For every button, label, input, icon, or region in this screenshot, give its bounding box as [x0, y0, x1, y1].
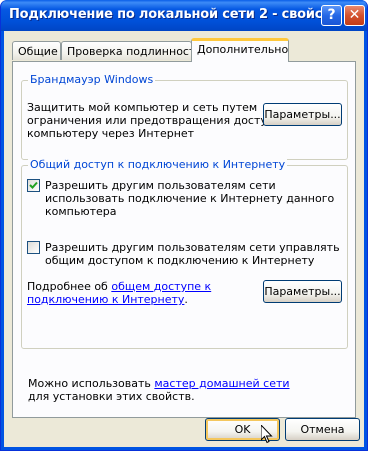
tab-advanced[interactable]: Дополнительно	[191, 38, 289, 62]
network-setup-wizard-link[interactable]: мастер домашней сети	[154, 377, 289, 390]
firewall-settings-button[interactable]: Параметры...	[263, 103, 342, 126]
allow-share-checkbox[interactable]	[27, 179, 40, 192]
network-wizard-line2: для установки этих свойств.	[28, 390, 195, 403]
allow-control-label-line2[interactable]: общим доступом к подключению к Интернету	[45, 254, 314, 267]
title-bar[interactable]: Подключение по локальной сети 2 - свойс.…	[1, 0, 367, 31]
tab-authentication[interactable]: Проверка подлинности	[61, 41, 203, 60]
tab-general[interactable]: Общие	[12, 41, 61, 60]
network-wizard-prefix: Можно использовать	[28, 377, 155, 390]
allow-share-label-line2[interactable]: использовать подключение к Интернету дан…	[45, 192, 334, 205]
ics-more-info-suffix: .	[184, 293, 188, 306]
ics-more-info-line2: подключению к Интернету.	[27, 293, 188, 306]
ics-group-title: Общий доступ к подключению к Интернету	[28, 158, 288, 171]
close-icon: ✕	[348, 7, 361, 23]
checkmark-icon	[29, 181, 38, 189]
firewall-description-line2: ограничения или предотвращения доступа к	[27, 114, 291, 127]
cancel-button[interactable]: Отмена	[285, 418, 360, 441]
close-button[interactable]: ✕	[344, 5, 365, 26]
tab-panel-advanced: Брандмауэр Windows Защитить мой компьюте…	[12, 61, 356, 418]
help-icon: ?	[327, 7, 336, 23]
allow-share-label-line1[interactable]: Разрешить другим пользователям сети	[45, 179, 276, 192]
firewall-description-line3: компьютеру через Интернет	[27, 127, 195, 140]
ics-settings-button[interactable]: Параметры...	[263, 280, 342, 303]
help-button[interactable]: ?	[321, 5, 342, 26]
mouse-pointer-icon	[261, 425, 273, 444]
properties-dialog: Подключение по локальной сети 2 - свойс.…	[0, 0, 368, 451]
allow-share-label-line3[interactable]: компьютера	[45, 205, 117, 218]
firewall-description-line1: Защитить мой компьютер и сеть путем	[27, 101, 258, 114]
firewall-group: Брандмауэр Windows Защитить мой компьюте…	[21, 73, 348, 160]
allow-control-label-line1[interactable]: Разрешить другим пользователям сети упра…	[45, 241, 340, 254]
firewall-group-title: Брандмауэр Windows	[28, 73, 156, 86]
allow-control-checkbox[interactable]	[27, 241, 40, 254]
ics-help-link-part1[interactable]: общем доступе к	[111, 280, 211, 293]
dialog-client-area: Общие Проверка подлинности Дополнительно…	[4, 31, 364, 447]
network-wizard-line1: Можно использовать мастер домашней сети	[28, 377, 290, 390]
ics-help-link-part2[interactable]: подключению к Интернету	[27, 293, 184, 306]
window-title: Подключение по локальной сети 2 - свойс.…	[9, 7, 337, 22]
ics-more-info-prefix: Подробнее об	[27, 280, 112, 293]
ics-group: Общий доступ к подключению к Интернету Р…	[21, 158, 348, 349]
ics-more-info-line1: Подробнее об общем доступе к	[27, 280, 211, 293]
